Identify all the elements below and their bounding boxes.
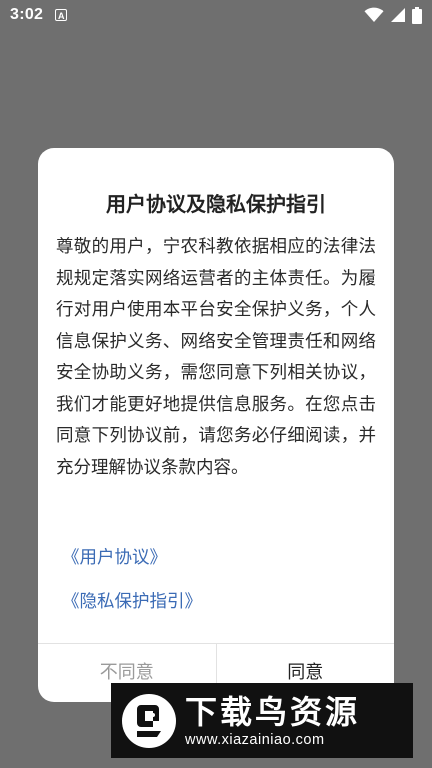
privacy-guide-link[interactable]: 《隐私保护指引》 (62, 588, 202, 613)
user-agreement-dialog: 用户协议及隐私保护指引 尊敬的用户，宁农科教依据相应的法律法规规定落实网络运营者… (38, 148, 394, 702)
wifi-icon (364, 7, 384, 22)
screen: 3:02 A 用户协议及隐私保护指引 尊敬的用户，宁农科教依据相应的法律法规规定… (0, 0, 432, 768)
dialog-title: 用户协议及隐私保护指引 (106, 192, 326, 216)
watermark-text: 下载鸟资源 www.xiazainiao.com (185, 693, 360, 749)
battery-icon (412, 6, 422, 24)
status-time: 3:02 (10, 6, 44, 23)
dialog-body-text: 尊敬的用户，宁农科教依据相应的法律法规规定落实网络运营者的主体责任。为履行对用户… (56, 237, 376, 478)
watermark-title: 下载鸟资源 (185, 692, 361, 731)
status-right (364, 6, 422, 24)
status-bar: 3:02 A (0, 0, 432, 30)
status-left: 3:02 A (10, 6, 68, 24)
watermark-banner: 下载鸟资源 www.xiazainiao.com (111, 683, 413, 758)
signal-icon (391, 8, 405, 22)
bird-logo-icon (117, 689, 181, 753)
notification-a-icon: A (55, 9, 68, 21)
user-agreement-link[interactable]: 《用户协议》 (62, 544, 167, 569)
watermark-url: www.xiazainiao.com (185, 731, 325, 748)
